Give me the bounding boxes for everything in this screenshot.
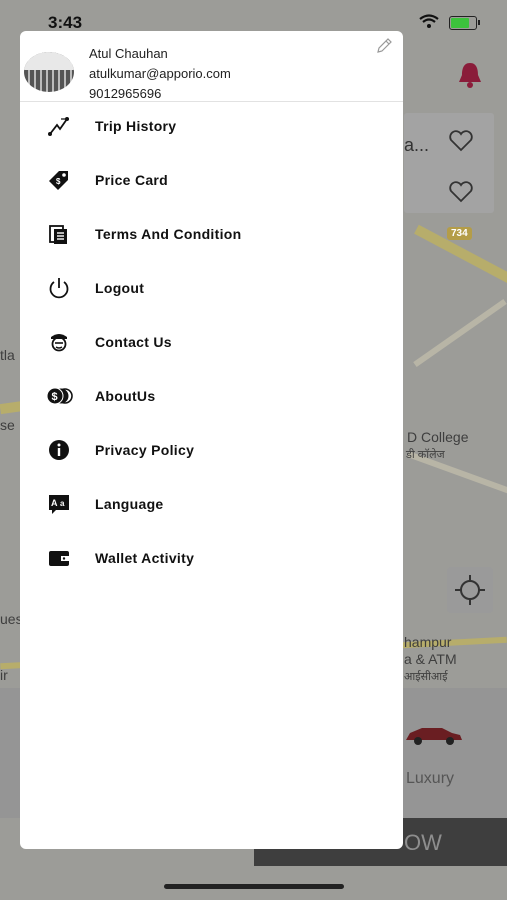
menu-item-terms[interactable]: Terms And Condition bbox=[20, 207, 403, 261]
edit-pencil-icon[interactable] bbox=[375, 37, 393, 55]
map-label-college: D College bbox=[407, 429, 469, 445]
documents-icon bbox=[49, 225, 67, 244]
map-label-atm-2: a & ATM bbox=[404, 651, 457, 667]
heart-icon[interactable] bbox=[448, 180, 474, 204]
menu-item-wallet-activity[interactable]: Wallet Activity bbox=[20, 531, 403, 585]
search-snippet: a... bbox=[404, 135, 430, 155]
crosshair-icon bbox=[455, 575, 485, 605]
favorite-locations-card[interactable]: a... bbox=[404, 113, 494, 213]
menu-item-price-card[interactable]: $ Price Card bbox=[20, 153, 403, 207]
svg-text:A: A bbox=[51, 498, 58, 508]
map-road bbox=[413, 298, 507, 368]
menu-item-privacy-policy[interactable]: Privacy Policy bbox=[20, 423, 403, 477]
menu-item-label: AboutUs bbox=[95, 388, 156, 404]
status-time: 3:43 bbox=[48, 13, 83, 32]
map-label-college-hindi: डी कॉलेज bbox=[406, 449, 445, 461]
map-label-left: se bbox=[0, 417, 15, 433]
navigation-drawer: Atul Chauhan atulkumar@apporio.com 90129… bbox=[20, 31, 403, 849]
map-label-left: ir bbox=[0, 667, 8, 683]
route-icon bbox=[48, 117, 69, 136]
map-label-left: tla bbox=[0, 347, 15, 363]
road-number-shield: 734 bbox=[447, 227, 472, 240]
svg-text:$: $ bbox=[56, 177, 61, 186]
menu-item-label: Logout bbox=[95, 280, 145, 296]
menu-item-label: Price Card bbox=[95, 172, 169, 188]
menu-item-label: Wallet Activity bbox=[95, 550, 195, 566]
profile-header[interactable]: Atul Chauhan atulkumar@apporio.com 90129… bbox=[20, 31, 403, 102]
avatar bbox=[24, 52, 74, 92]
home-indicator[interactable] bbox=[164, 884, 344, 889]
menu-item-label: Trip History bbox=[95, 118, 177, 134]
wallet-icon bbox=[49, 551, 69, 566]
svg-text:$: $ bbox=[52, 391, 58, 403]
menu-item-label: Privacy Policy bbox=[95, 442, 195, 458]
wifi-icon bbox=[419, 14, 439, 28]
heart-icon[interactable] bbox=[448, 129, 474, 153]
map-label-atm-hindi: आईसीआई bbox=[404, 671, 448, 683]
coins-icon: $ bbox=[46, 387, 73, 405]
profile-email: atulkumar@apporio.com bbox=[89, 66, 231, 81]
notification-bell-icon[interactable] bbox=[456, 60, 484, 90]
menu-item-trip-history[interactable]: Trip History bbox=[20, 99, 403, 153]
info-icon bbox=[49, 440, 69, 460]
profile-name: Atul Chauhan bbox=[89, 46, 168, 61]
menu-item-label: Language bbox=[95, 496, 164, 512]
price-tag-icon: $ bbox=[49, 171, 68, 190]
my-location-button[interactable] bbox=[447, 567, 493, 613]
menu-item-label: Terms And Condition bbox=[95, 226, 242, 242]
battery-icon bbox=[449, 16, 480, 30]
menu-item-about-us[interactable]: $ AboutUs bbox=[20, 369, 403, 423]
car-icon[interactable] bbox=[402, 722, 464, 748]
svg-text:a: a bbox=[60, 499, 65, 508]
menu-item-contact-us[interactable]: Contact Us bbox=[20, 315, 403, 369]
translate-icon: A a bbox=[49, 495, 69, 514]
menu-item-logout[interactable]: Logout bbox=[20, 261, 403, 315]
map-label-atm-1: hampur bbox=[404, 634, 452, 650]
power-icon bbox=[49, 278, 69, 299]
vehicle-label[interactable]: Luxury bbox=[406, 770, 454, 788]
ride-now-label: OW bbox=[404, 830, 442, 855]
menu-item-label: Contact Us bbox=[95, 334, 172, 350]
menu-item-language[interactable]: A a Language bbox=[20, 477, 403, 531]
support-agent-icon bbox=[51, 334, 67, 352]
